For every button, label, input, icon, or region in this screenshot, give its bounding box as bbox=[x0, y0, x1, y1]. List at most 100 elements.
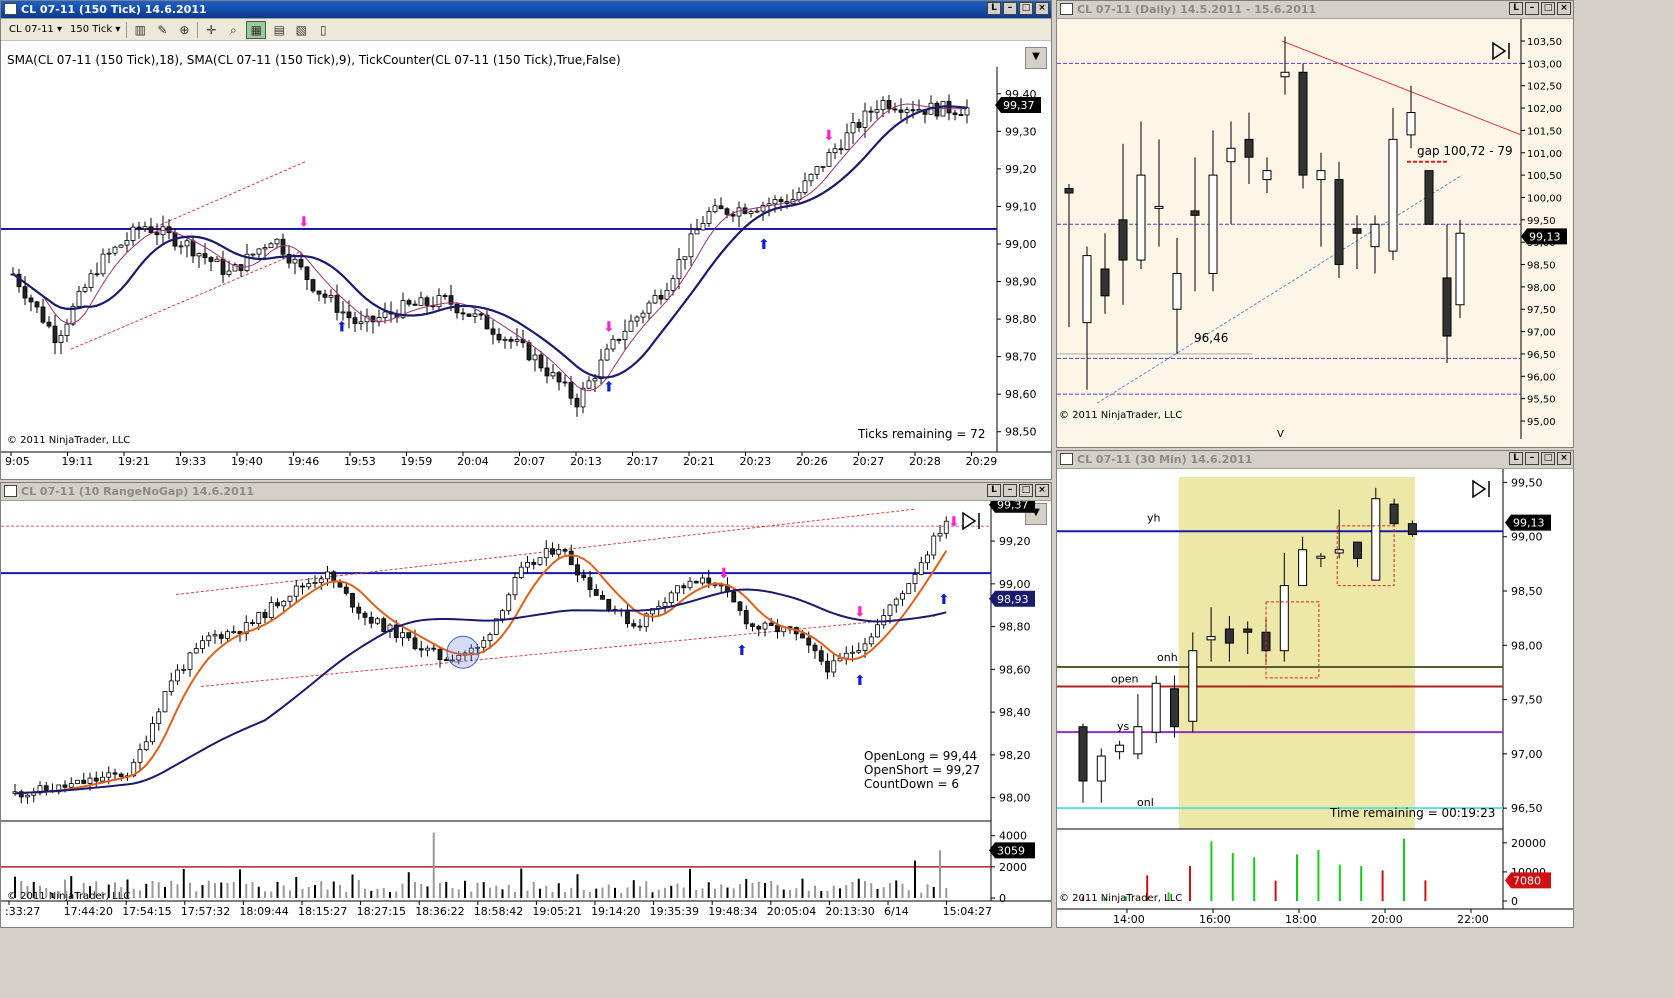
long-arrow-icon: ⬆ bbox=[603, 380, 615, 396]
y-tick-label: 99,50 bbox=[1527, 216, 1556, 227]
x-tick-label: 20:17 bbox=[627, 455, 659, 468]
crosshair-icon[interactable]: ✛ bbox=[202, 22, 220, 38]
candle bbox=[352, 317, 358, 325]
notes-icon[interactable]: ▯ bbox=[314, 22, 332, 38]
chart-window-30min[interactable]: CL 07-11 (30 Min) 14.6.2011 L – □ × 99,5… bbox=[1056, 450, 1574, 928]
chart-window-150tick[interactable]: CL 07-11 (150 Tick) 14.6.2011 L – □ × CL… bbox=[0, 0, 1052, 480]
candle bbox=[887, 604, 893, 617]
price-chart-range[interactable]: 99,20 99,00 98,80 98,60 98,40 98,20 98,00 ⬆ ⬆ ⬆ ⬇ ⬇… bbox=[1, 501, 1051, 927]
candle bbox=[806, 637, 812, 646]
candle bbox=[64, 323, 70, 336]
bar-type-icon[interactable]: ▥ bbox=[131, 22, 149, 38]
candle bbox=[1407, 523, 1417, 536]
candle bbox=[322, 293, 328, 298]
minimize-button[interactable]: – bbox=[1003, 484, 1017, 497]
close-button[interactable]: × bbox=[1035, 2, 1049, 15]
candle bbox=[881, 615, 887, 626]
candle bbox=[832, 148, 838, 153]
candle bbox=[1188, 650, 1198, 722]
vol-tick-label: 0 bbox=[1511, 895, 1518, 908]
candle bbox=[208, 257, 214, 262]
maximize-button[interactable]: □ bbox=[1019, 484, 1033, 497]
candle bbox=[181, 668, 187, 671]
restore-button[interactable]: L bbox=[1509, 2, 1523, 15]
restore-button[interactable]: L bbox=[987, 2, 1001, 15]
candle bbox=[76, 290, 82, 307]
maximize-button[interactable]: □ bbox=[1541, 2, 1555, 15]
last-price-tag-text: 99,13 bbox=[1513, 517, 1545, 530]
y-tick-label: 96,50 bbox=[1527, 350, 1556, 361]
candle bbox=[75, 779, 80, 784]
x-tick-label: V bbox=[1277, 429, 1284, 440]
candle bbox=[28, 297, 34, 303]
window-titlebar[interactable]: CL 07-11 (10 RangeNoGap) 14.6.2011 L – □… bbox=[1, 483, 1051, 501]
data-box-icon[interactable]: ⌕ bbox=[224, 22, 242, 38]
zoom-icon[interactable]: ⊕ bbox=[175, 22, 193, 38]
candle bbox=[318, 578, 324, 583]
candle bbox=[925, 554, 930, 564]
candle bbox=[652, 295, 658, 304]
candle bbox=[350, 592, 355, 608]
candle bbox=[574, 397, 580, 408]
maximize-button[interactable]: □ bbox=[1541, 452, 1555, 465]
candle bbox=[768, 622, 774, 626]
close-button[interactable]: × bbox=[1557, 2, 1571, 15]
order-info: OpenLong = 99,44 OpenShort = 99,27 Count… bbox=[864, 749, 980, 791]
close-button[interactable]: × bbox=[1035, 484, 1049, 497]
candle bbox=[300, 585, 305, 588]
minimize-button[interactable]: – bbox=[1525, 2, 1539, 15]
open-long-label: OpenLong = 99,44 bbox=[864, 749, 978, 763]
price-chart-daily[interactable]: 103,50 103,00 102,50 102,00 101,50 101,00 100,… bbox=[1057, 19, 1573, 447]
volume-tag-text: 7080 bbox=[1513, 874, 1541, 887]
minimize-button[interactable]: – bbox=[1003, 2, 1017, 15]
candle bbox=[274, 238, 280, 245]
candle bbox=[742, 207, 748, 214]
y-tick-label: 99,20 bbox=[1005, 163, 1037, 176]
chart-style-icon[interactable]: ▦ bbox=[246, 20, 267, 39]
x-tick-label: 20:04 bbox=[457, 455, 489, 468]
candle bbox=[334, 295, 340, 313]
level-label-open: open bbox=[1111, 673, 1138, 686]
minimize-button[interactable]: – bbox=[1525, 452, 1539, 465]
candle bbox=[343, 586, 349, 594]
properties-icon[interactable]: ▤ bbox=[270, 22, 288, 38]
restore-button[interactable]: L bbox=[987, 484, 1001, 497]
maximize-button[interactable]: □ bbox=[1019, 2, 1033, 15]
price-chart-150tick[interactable]: 99,4099,3099,2099,1099,0098,9098,8098,70… bbox=[1, 67, 1051, 479]
x-tick-label: 17:54:15 bbox=[122, 905, 171, 918]
window-titlebar[interactable]: CL 07-11 (150 Tick) 14.6.2011 L – □ × bbox=[1, 1, 1051, 19]
templates-icon[interactable]: ▧ bbox=[292, 22, 310, 38]
candle bbox=[537, 557, 543, 565]
candle bbox=[1170, 688, 1179, 728]
window-titlebar[interactable]: CL 07-11 (Daily) 14.5.2011 - 15.6.2011 L… bbox=[1057, 1, 1573, 19]
candle bbox=[112, 246, 118, 254]
candle bbox=[1096, 755, 1106, 782]
daily-candle bbox=[1226, 147, 1236, 163]
low-label: 96,46 bbox=[1194, 331, 1229, 345]
candle bbox=[900, 593, 905, 600]
candle bbox=[910, 109, 916, 112]
draw-pencil-icon[interactable]: ✎ bbox=[153, 22, 171, 38]
price-chart-30min[interactable]: 99,50 99,00 98,50 98,00 97,50 97,00 96,50 yh onh… bbox=[1057, 469, 1573, 927]
close-button[interactable]: × bbox=[1557, 452, 1571, 465]
candle bbox=[700, 577, 705, 584]
daily-candle bbox=[1388, 138, 1398, 252]
candle bbox=[814, 166, 820, 175]
last-price-tag: 99,13 bbox=[1521, 228, 1567, 245]
chart-window-range[interactable]: CL 07-11 (10 RangeNoGap) 14.6.2011 L – □… bbox=[0, 482, 1052, 928]
candle bbox=[424, 297, 430, 306]
candle bbox=[62, 784, 68, 788]
candle bbox=[506, 594, 512, 612]
candle bbox=[706, 211, 712, 224]
chart-app-icon bbox=[1060, 453, 1073, 465]
candle bbox=[838, 148, 844, 151]
window-titlebar[interactable]: CL 07-11 (30 Min) 14.6.2011 L – □ × bbox=[1057, 451, 1573, 469]
interval-dropdown[interactable]: 150 Tick ▾ bbox=[68, 24, 122, 35]
x-tick-label: 18:15:27 bbox=[298, 905, 347, 918]
x-tick-label: 20:28 bbox=[909, 455, 941, 468]
scroll-menu-button[interactable]: ▼ bbox=[1025, 47, 1047, 69]
restore-button[interactable]: L bbox=[1509, 452, 1523, 465]
instrument-dropdown[interactable]: CL 07-11 ▾ bbox=[7, 24, 64, 35]
candle bbox=[88, 273, 94, 288]
chart-window-daily[interactable]: CL 07-11 (Daily) 14.5.2011 - 15.6.2011 L… bbox=[1056, 0, 1574, 448]
